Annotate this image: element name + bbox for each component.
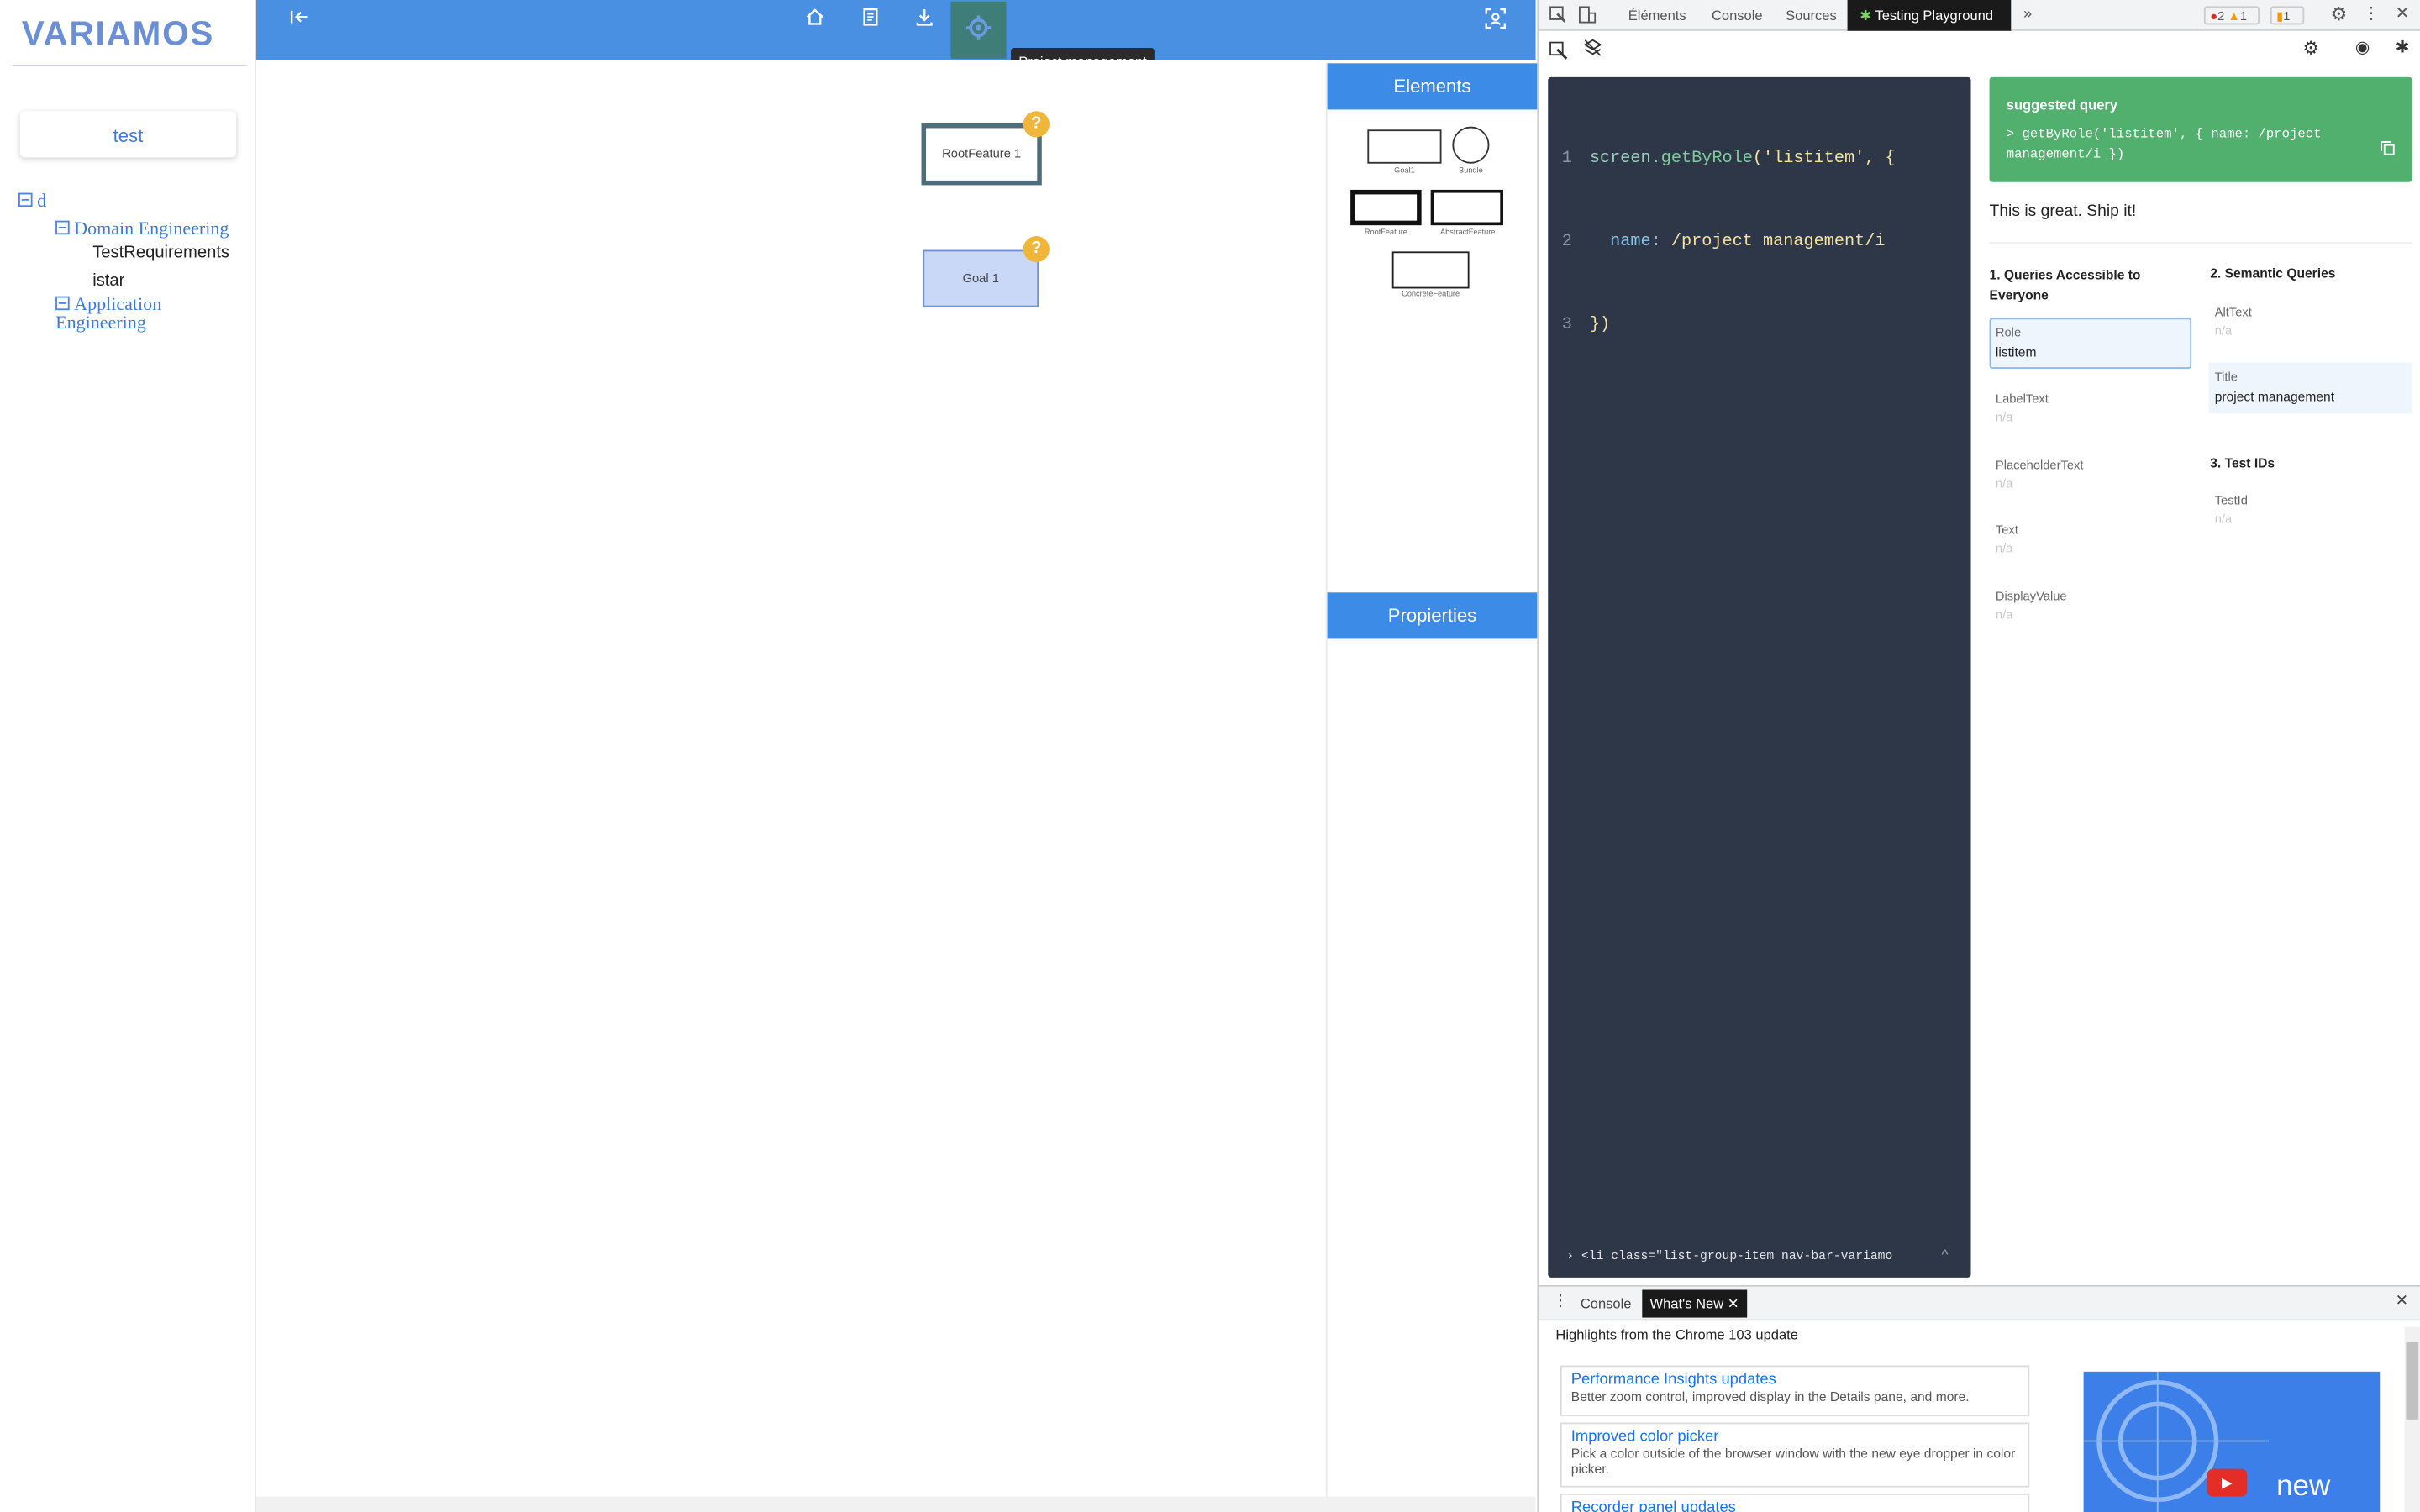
back-icon[interactable] [284, 6, 315, 37]
tree-item-testrequirements[interactable]: TestRequirements [92, 244, 229, 262]
palette-label: ConcreteFeature [1402, 290, 1460, 300]
help-badge[interactable]: ? [1023, 111, 1050, 138]
variamos-logo: VARIAMOS [21, 13, 215, 53]
inspect-icon[interactable] [1549, 6, 1566, 23]
suggested-query: > getByRole('listitem', { name: /project… [2006, 126, 2322, 162]
project-management-button[interactable] [950, 1, 1007, 59]
chevron-up-icon[interactable]: ^ [1942, 1247, 1949, 1262]
gear-icon [963, 13, 994, 44]
query-editor[interactable]: 1 2 3 screen.getByRole('listitem', { nam… [1548, 76, 1971, 1278]
query-alttext[interactable]: AltText n/a [2215, 306, 2252, 339]
query-labeltext[interactable]: LabelText n/a [1996, 392, 2049, 425]
devtools-panel: Éléments Console Sources ✱ Testing Playg… [1537, 0, 2420, 1512]
collapse-icon[interactable] [55, 296, 70, 311]
devtools-drawer: ⋮ Console What's New ✕ ✕ Highlights from… [1539, 1285, 2420, 1512]
collapse-icon[interactable] [18, 192, 33, 207]
whats-new-item[interactable]: Performance Insights updates Better zoom… [1560, 1365, 2030, 1417]
palette-label: Goal1 [1394, 166, 1415, 176]
octopus-icon: ✱ [1860, 8, 1872, 24]
tree-item-istar[interactable]: istar [92, 271, 124, 290]
drawer-tab-whats-new[interactable]: What's New ✕ [1642, 1289, 1747, 1318]
palette-bundle[interactable] [1452, 126, 1490, 164]
top-toolbar [255, 0, 1536, 60]
chevron-right-icon: › [1566, 1249, 1575, 1264]
eye-icon[interactable]: ◉ [2355, 37, 2370, 57]
whats-new-item[interactable]: Improved color picker Pick a color outsi… [1560, 1422, 2030, 1488]
query-role[interactable]: Role listitem [1989, 318, 2192, 369]
drawer-tab-console[interactable]: Console [1581, 1287, 1632, 1320]
project-name[interactable]: test [20, 111, 236, 157]
suggested-title: suggested query [2006, 97, 2118, 113]
tree-domain-engineering[interactable]: Domain Engineering [55, 218, 229, 241]
whats-new-item[interactable]: Recorder panel updates [1560, 1493, 2030, 1512]
drawer-tabbar: ⋮ Console What's New ✕ ✕ [1539, 1286, 2420, 1321]
divider [1989, 242, 2412, 244]
element-preview[interactable]: › <li class="list-group-item nav-bar-var… [1566, 1250, 1892, 1264]
settings-icon[interactable]: ⚙ [2330, 3, 2347, 25]
verdict-text: This is great. Ship it! [1989, 202, 2137, 221]
palette-rootfeature[interactable] [1350, 189, 1422, 226]
kebab-menu-icon[interactable]: ⋮ [2363, 3, 2380, 24]
error-warning-counter[interactable]: ●2 ▲1 [2203, 6, 2260, 25]
help-badge[interactable]: ? [1023, 236, 1050, 263]
error-icon: ● [2210, 9, 2218, 24]
close-drawer-icon[interactable]: ✕ [2396, 1293, 2408, 1310]
collapse-icon[interactable] [55, 220, 70, 235]
select-element-icon[interactable] [1549, 40, 1568, 60]
properties-header: Propierties [1327, 592, 1538, 639]
palette-goal[interactable] [1367, 129, 1442, 164]
scrollbar-thumb[interactable] [2406, 1341, 2419, 1420]
logo-divider [12, 65, 247, 66]
palette-label: Bundle [1459, 166, 1483, 176]
tab-sources[interactable]: Sources [1786, 0, 1837, 31]
horizontal-scrollbar[interactable] [255, 1496, 1536, 1512]
fit-screen-icon[interactable] [1480, 6, 1511, 37]
rootfeature-node[interactable]: RootFeature 1 [921, 123, 1042, 186]
document-icon[interactable] [855, 6, 886, 37]
query-displayvalue[interactable]: DisplayValue n/a [1996, 590, 2067, 622]
diagram-canvas[interactable]: RootFeature 1 ? Goal 1 ? [255, 60, 1326, 1497]
elements-header: Elements [1327, 63, 1538, 110]
palette-abstractfeature[interactable] [1430, 189, 1503, 226]
device-toggle-icon[interactable] [1578, 6, 1597, 24]
code-lines[interactable]: screen.getByRole('listitem', { name: /pr… [1590, 90, 1896, 396]
query-text[interactable]: Text n/a [1996, 523, 2018, 556]
palette-label: RootFeature [1364, 228, 1407, 238]
download-icon[interactable] [909, 6, 940, 37]
drawer-menu-icon[interactable]: ⋮ [1553, 1293, 1568, 1310]
query-testid[interactable]: TestId n/a [2215, 494, 2248, 527]
query-placeholdertext[interactable]: PlaceholderText n/a [1996, 459, 2084, 491]
video-thumbnail[interactable]: ▶ new [2083, 1371, 2381, 1512]
more-tabs-icon[interactable]: » [2023, 0, 2032, 31]
layers-icon[interactable] [1583, 39, 1602, 57]
close-tab-icon[interactable]: ✕ [1728, 1296, 1739, 1311]
drawer-scrollbar[interactable] [2404, 1326, 2420, 1512]
elements-palette: Elements Goal1 Bundle RootFeature Abstra… [1325, 63, 1538, 1499]
copy-icon[interactable] [2380, 136, 2395, 155]
play-icon[interactable]: ▶ [2207, 1468, 2248, 1497]
devtools-tabbar: Éléments Console Sources ✱ Testing Playg… [1539, 0, 2420, 31]
section-accessible-title: 1. Queries Accessible to Everyone [1989, 266, 2141, 303]
tree-application-engineering-line2[interactable]: Engineering [55, 312, 146, 335]
video-title: new [2276, 1470, 2331, 1503]
tree-root[interactable]: d [18, 190, 46, 213]
close-devtools-icon[interactable]: ✕ [2396, 3, 2410, 24]
section-semantic-title: 2. Semantic Queries [2210, 265, 2336, 281]
tab-console[interactable]: Console [1712, 0, 1763, 31]
home-icon[interactable] [799, 6, 830, 37]
goal-node[interactable]: Goal 1 [923, 249, 1039, 307]
warning-icon: ▲ [2228, 9, 2240, 24]
tab-elements[interactable]: Éléments [1628, 0, 1686, 31]
tab-testing-playground[interactable]: ✱ Testing Playground [1847, 0, 2012, 31]
project-sidebar: VARIAMOS test d Domain Engineering TestR… [0, 0, 256, 1512]
palette-concretefeature[interactable] [1392, 251, 1470, 289]
palette-label: AbstractFeature [1440, 228, 1496, 238]
query-title[interactable]: Title project management [2208, 362, 2412, 414]
whats-new-heading: Highlights from the Chrome 103 update [1555, 1326, 1798, 1342]
issues-counter[interactable]: ▮1 [2270, 6, 2305, 25]
bug-icon[interactable]: ✱ [2396, 37, 2410, 57]
section-testids-title: 3. Test IDs [2210, 454, 2275, 471]
playground-settings-icon[interactable]: ⚙ [2302, 37, 2319, 59]
suggested-query-card: suggested query > getByRole('listitem', … [1989, 76, 2412, 182]
